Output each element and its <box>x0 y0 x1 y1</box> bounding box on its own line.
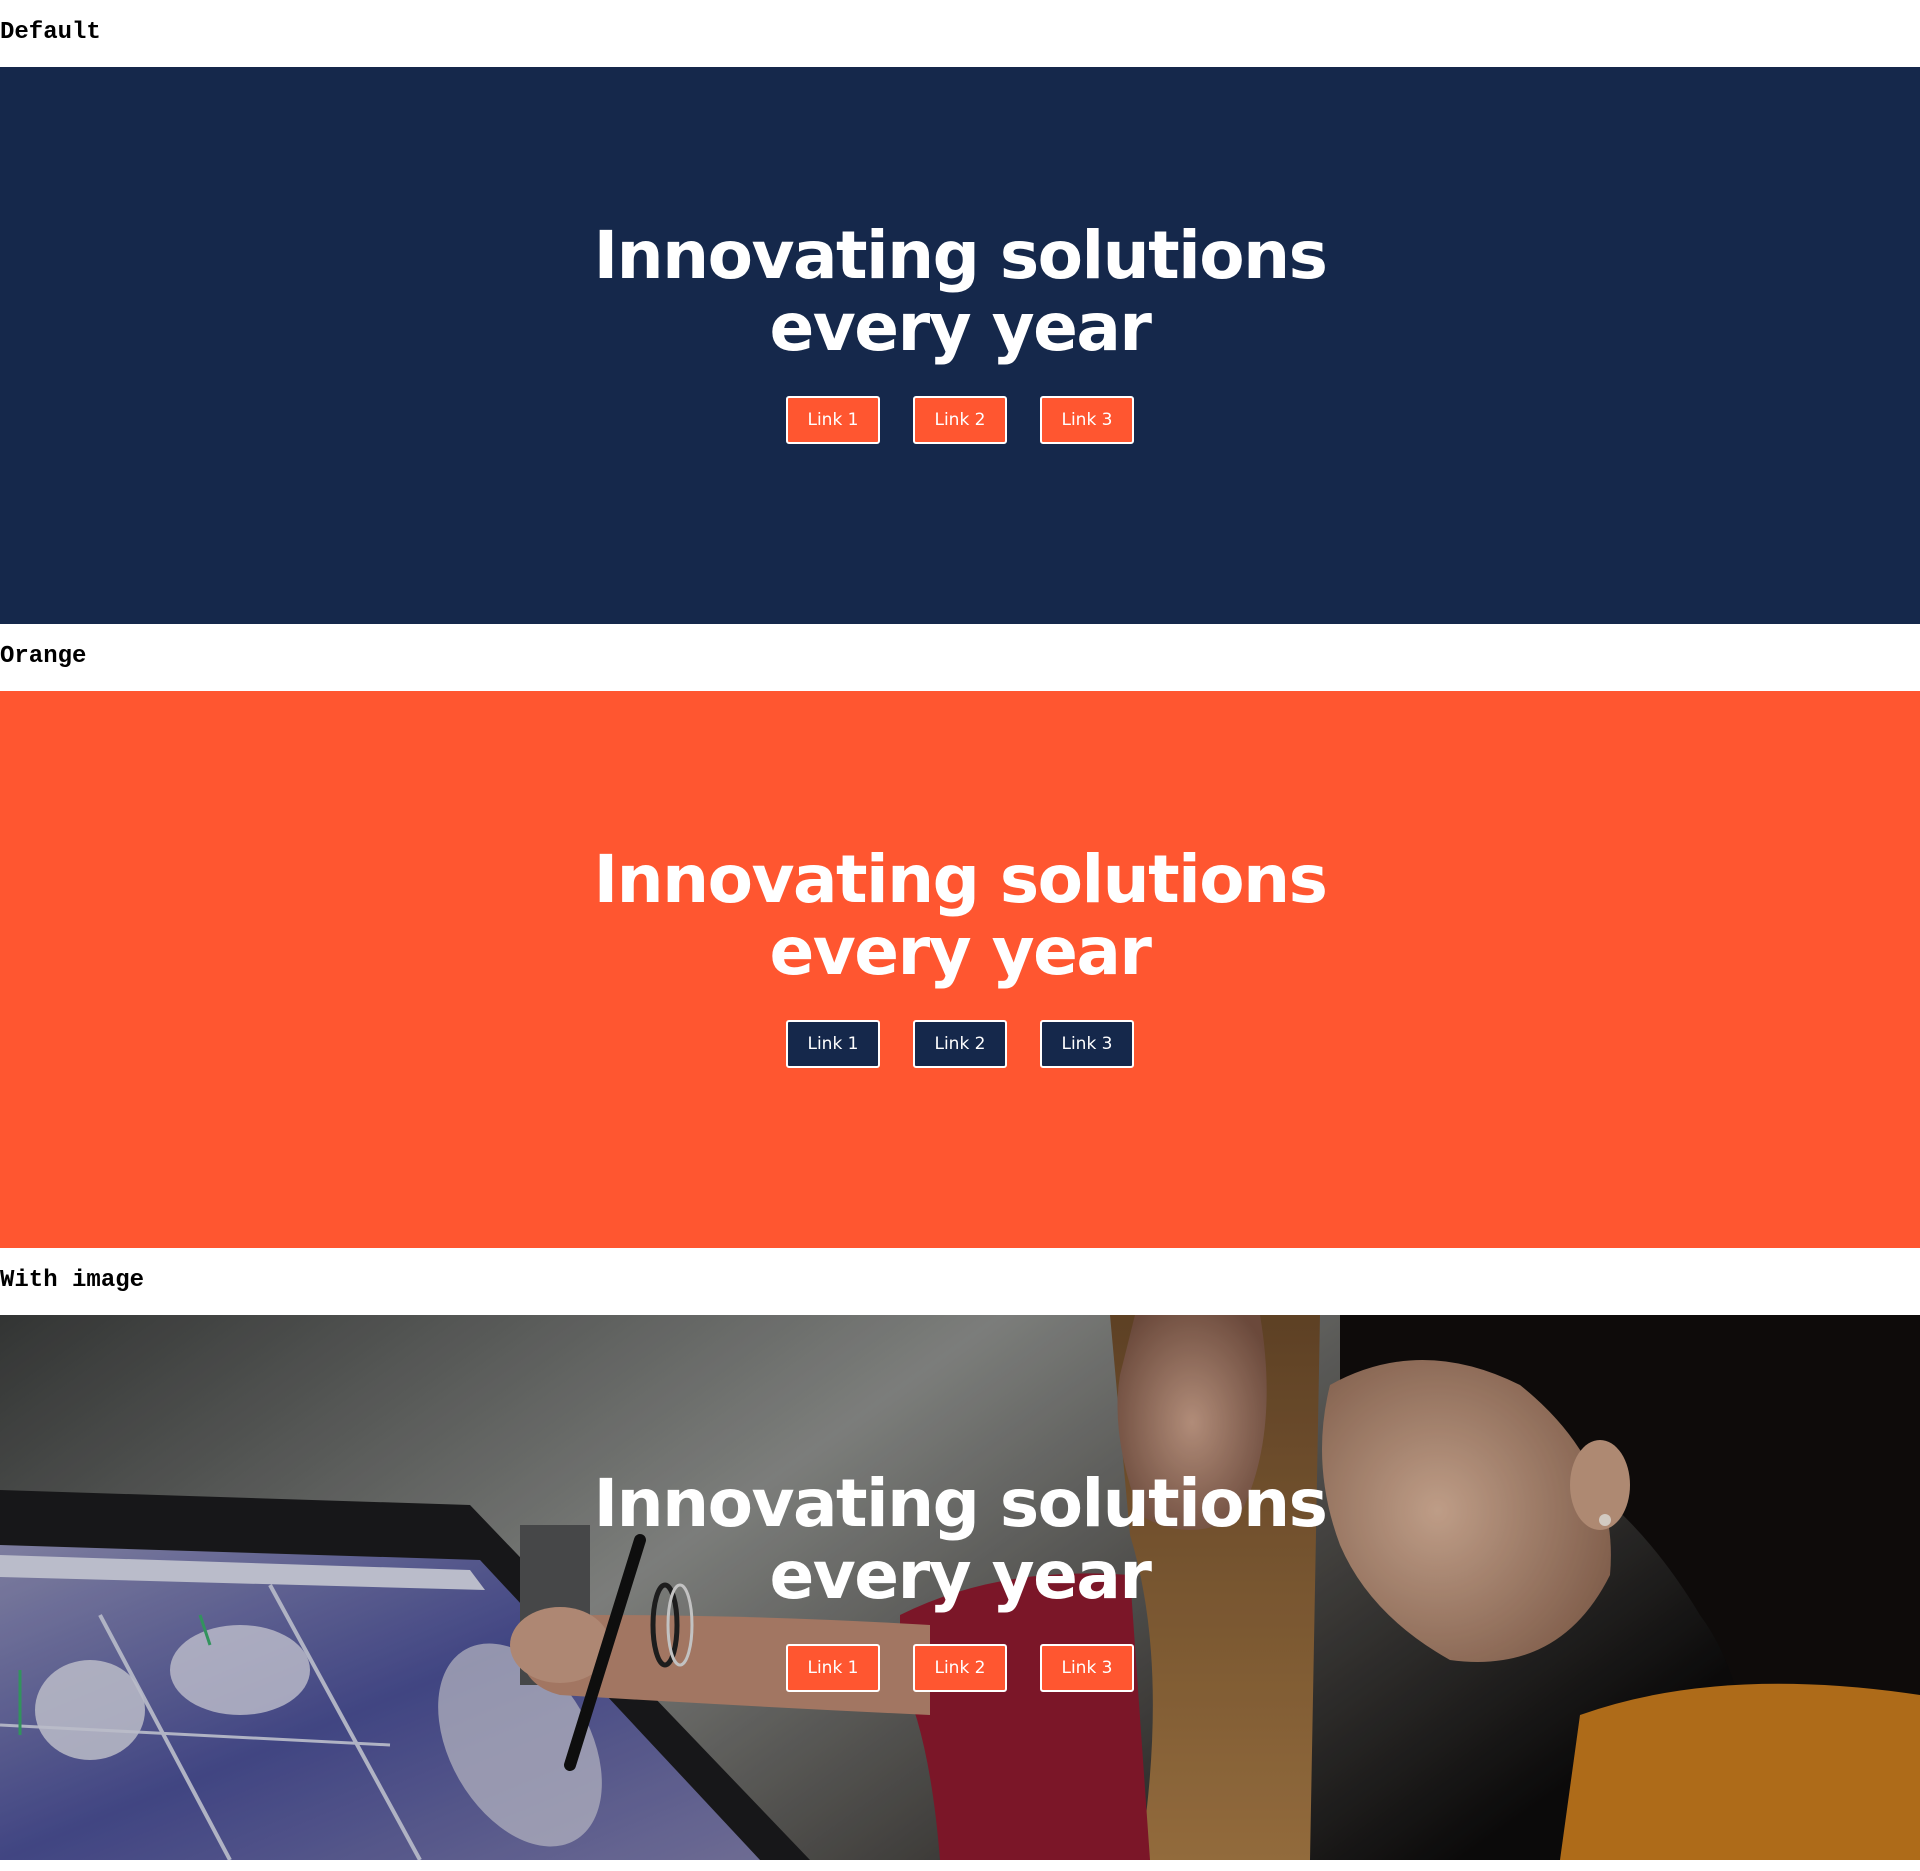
hero-links: Link 1 Link 2 Link 3 <box>786 1020 1134 1068</box>
hero-link-2[interactable]: Link 2 <box>913 1644 1007 1692</box>
hero-title: Innovating solutions every year <box>580 1468 1340 1612</box>
hero-title: Innovating solutions every year <box>580 220 1340 364</box>
hero-link-3[interactable]: Link 3 <box>1040 396 1134 444</box>
hero-title: Innovating solutions every year <box>580 844 1340 988</box>
hero-with-image: Innovating solutions every year Link 1 L… <box>0 1315 1920 1860</box>
hero-title-line2: every year <box>769 289 1152 366</box>
hero-title-line1: Innovating solutions <box>593 1465 1328 1542</box>
hero-link-1[interactable]: Link 1 <box>786 1020 880 1068</box>
variant-label-orange: Orange <box>0 643 87 670</box>
hero-title-line2: every year <box>769 913 1152 990</box>
variant-label-with-image: With image <box>0 1267 145 1294</box>
hero-link-1[interactable]: Link 1 <box>786 396 880 444</box>
variant-label-default: Default <box>0 19 101 46</box>
hero-link-2[interactable]: Link 2 <box>913 1020 1007 1068</box>
hero-link-1[interactable]: Link 1 <box>786 1644 880 1692</box>
hero-link-3[interactable]: Link 3 <box>1040 1644 1134 1692</box>
hero-title-line1: Innovating solutions <box>593 217 1328 294</box>
hero-title-line2: every year <box>769 1537 1152 1614</box>
hero-links: Link 1 Link 2 Link 3 <box>786 396 1134 444</box>
hero-link-3[interactable]: Link 3 <box>1040 1020 1134 1068</box>
hero-link-2[interactable]: Link 2 <box>913 396 1007 444</box>
hero-default: Innovating solutions every year Link 1 L… <box>0 67 1920 624</box>
hero-title-line1: Innovating solutions <box>593 841 1328 918</box>
hero-links: Link 1 Link 2 Link 3 <box>786 1644 1134 1692</box>
hero-orange: Innovating solutions every year Link 1 L… <box>0 691 1920 1248</box>
